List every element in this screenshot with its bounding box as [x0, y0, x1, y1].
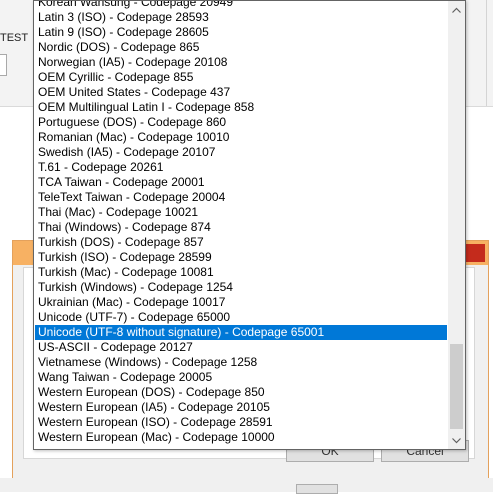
- encoding-option-selected[interactable]: Unicode (UTF-8 without signature) - Code…: [35, 325, 447, 340]
- encoding-option[interactable]: Unicode (UTF-7) - Codepage 65000: [35, 310, 447, 325]
- encoding-option[interactable]: OEM Multilingual Latin I - Codepage 858: [35, 100, 447, 115]
- encoding-option[interactable]: Turkish (Windows) - Codepage 1254: [35, 280, 447, 295]
- encoding-option[interactable]: Romanian (Mac) - Codepage 10010: [35, 130, 447, 145]
- encoding-option[interactable]: OEM Cyrillic - Codepage 855: [35, 70, 447, 85]
- encoding-option[interactable]: Wang Taiwan - Codepage 20005: [35, 370, 447, 385]
- background-edit-field[interactable]: [0, 54, 7, 76]
- scroll-down-button[interactable]: [448, 432, 465, 449]
- encoding-option[interactable]: Western European (Mac) - Codepage 10000: [35, 430, 447, 445]
- encoding-option[interactable]: TeleText Taiwan - Codepage 20004: [35, 190, 447, 205]
- encoding-option[interactable]: Latin 9 (ISO) - Codepage 28605: [35, 25, 447, 40]
- chevron-up-icon: [452, 7, 461, 13]
- background-right-bar: [466, 0, 493, 106]
- encoding-option[interactable]: US-ASCII - Codepage 20127: [35, 340, 447, 355]
- background-toolbar-label: TEST: [0, 32, 29, 44]
- background-footer-button[interactable]: [296, 484, 338, 494]
- encoding-option[interactable]: Portuguese (DOS) - Codepage 860: [35, 115, 447, 130]
- dropdown-scrollbar[interactable]: [448, 1, 465, 449]
- scroll-up-button[interactable]: [448, 1, 465, 18]
- scroll-thumb[interactable]: [450, 344, 463, 429]
- background-separator: [486, 0, 487, 106]
- encoding-dropdown-list[interactable]: Korean Wansung - Codepage 20949 Latin 3 (…: [33, 0, 466, 450]
- encoding-option[interactable]: Korean Wansung - Codepage 20949: [35, 1, 447, 10]
- encoding-option[interactable]: OEM United States - Codepage 437: [35, 85, 447, 100]
- encoding-option[interactable]: Turkish (DOS) - Codepage 857: [35, 235, 447, 250]
- encoding-options: Korean Wansung - Codepage 20949 Latin 3 (…: [35, 1, 447, 445]
- encoding-option[interactable]: Nordic (DOS) - Codepage 865: [35, 40, 447, 55]
- encoding-option[interactable]: Turkish (Mac) - Codepage 10081: [35, 265, 447, 280]
- encoding-option[interactable]: Western European (ISO) - Codepage 28591: [35, 415, 447, 430]
- encoding-option[interactable]: Thai (Windows) - Codepage 874: [35, 220, 447, 235]
- encoding-option[interactable]: Thai (Mac) - Codepage 10021: [35, 205, 447, 220]
- chevron-down-icon: [452, 437, 461, 443]
- encoding-option[interactable]: TCA Taiwan - Codepage 20001: [35, 175, 447, 190]
- encoding-option[interactable]: T.61 - Codepage 20261: [35, 160, 447, 175]
- encoding-option[interactable]: Ukrainian (Mac) - Codepage 10017: [35, 295, 447, 310]
- encoding-option[interactable]: Swedish (IA5) - Codepage 20107: [35, 145, 447, 160]
- encoding-option[interactable]: Western European (IA5) - Codepage 20105: [35, 400, 447, 415]
- background-dialog-close-button[interactable]: [465, 244, 485, 262]
- background-footer: [0, 478, 493, 492]
- encoding-option[interactable]: Turkish (ISO) - Codepage 28599: [35, 250, 447, 265]
- encoding-option[interactable]: Latin 3 (ISO) - Codepage 28593: [35, 10, 447, 25]
- encoding-option[interactable]: Vietnamese (Windows) - Codepage 1258: [35, 355, 447, 370]
- encoding-option[interactable]: Western European (DOS) - Codepage 850: [35, 385, 447, 400]
- encoding-option[interactable]: Norwegian (IA5) - Codepage 20108: [35, 55, 447, 70]
